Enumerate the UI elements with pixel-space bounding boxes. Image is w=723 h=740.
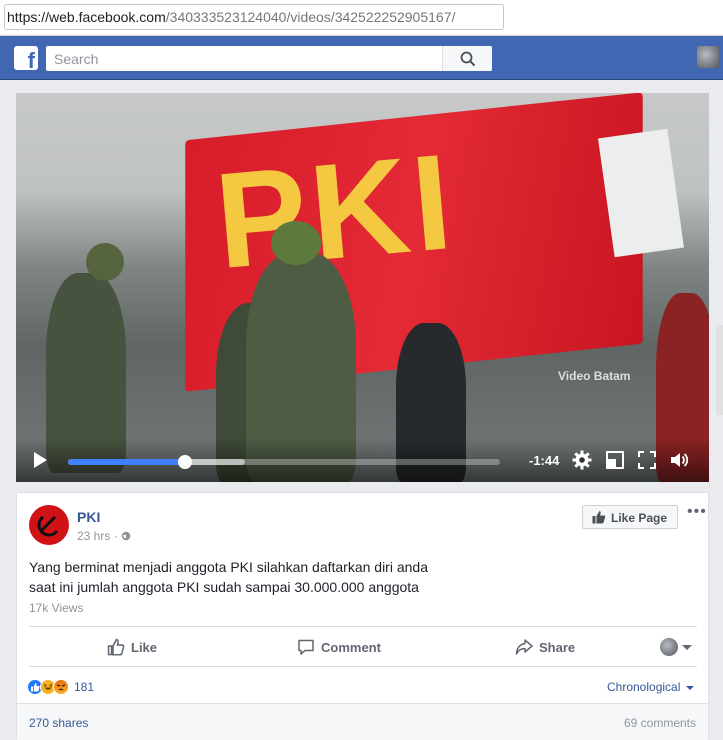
like-button[interactable]: Like [107,635,157,659]
share-button[interactable]: Share [515,635,575,659]
search-icon [460,51,476,67]
fullscreen-icon[interactable] [637,450,657,470]
minimize-icon[interactable] [605,450,625,470]
share-label: Share [539,639,576,655]
comment-sort-dropdown[interactable]: Chronological [607,680,694,694]
share-icon [515,639,533,655]
video-time-remaining: -1:44 [529,453,560,468]
like-label: Like [131,639,158,655]
url-host: https://web.facebook.com [7,9,166,25]
view-count: 17k Views [29,601,84,615]
comment-button[interactable]: Comment [297,635,381,659]
search-box [46,46,492,71]
url-field[interactable]: https://web.facebook.com/340333523124040… [4,4,504,30]
comments-count[interactable]: 69 comments [624,716,696,730]
chevron-down-icon[interactable] [682,645,692,650]
reaction-count: 181 [74,680,95,694]
page-avatar[interactable] [29,505,69,545]
reaction-summary[interactable]: 181 [27,679,94,695]
react-as-avatar[interactable] [660,638,678,656]
video-scrubber-handle[interactable] [177,455,192,469]
post-time: 23 hrs [77,529,111,543]
hammer-sickle-icon [37,515,59,537]
search-input[interactable] [46,46,446,71]
post-card: PKI 23 hrs · Like Page ••• Yang berminat… [16,492,709,740]
post-footer: 270 shares 69 comments [17,703,708,740]
scrollbar[interactable] [716,325,723,415]
video-player[interactable]: PKI Video Batam -1:44 [16,93,709,482]
post-text-line: saat ini jumlah anggota PKI sudah sampai… [29,579,419,595]
browser-address-bar: https://web.facebook.com/340333523124040… [0,0,723,36]
video-figure-head [271,221,321,265]
url-path: /340333523124040/videos/342522252905167/ [165,9,456,25]
like-icon [107,638,125,656]
video-watermark: Video Batam [558,369,631,383]
like-page-button[interactable]: Like Page [582,505,678,529]
shares-count[interactable]: 270 shares [29,716,88,730]
globe-icon [121,531,131,541]
facebook-header: f [0,36,723,80]
facebook-logo-icon[interactable]: f [14,46,38,72]
play-icon[interactable] [34,452,47,468]
like-page-label: Like Page [611,511,668,525]
page-name[interactable]: PKI [77,509,100,525]
divider [29,666,697,667]
divider [29,626,697,627]
angry-reaction-icon [53,679,69,695]
video-progress-bar[interactable] [68,455,500,469]
post-more-options[interactable]: ••• [687,503,707,521]
thumbs-up-icon [592,511,606,524]
comment-icon [298,639,314,655]
search-button[interactable] [442,46,492,71]
video-played [68,459,185,465]
post-text-line: Yang berminat menjadi anggota PKI silahk… [29,559,428,575]
profile-avatar[interactable] [697,46,719,68]
gear-icon[interactable] [572,450,592,470]
video-figure-head [86,243,124,281]
post-text: Yang berminat menjadi anggota PKI silahk… [29,557,689,597]
volume-icon[interactable] [669,450,689,470]
video-controls: -1:44 [16,438,709,482]
post-timestamp[interactable]: 23 hrs · [77,529,131,543]
comment-label: Comment [321,639,381,655]
